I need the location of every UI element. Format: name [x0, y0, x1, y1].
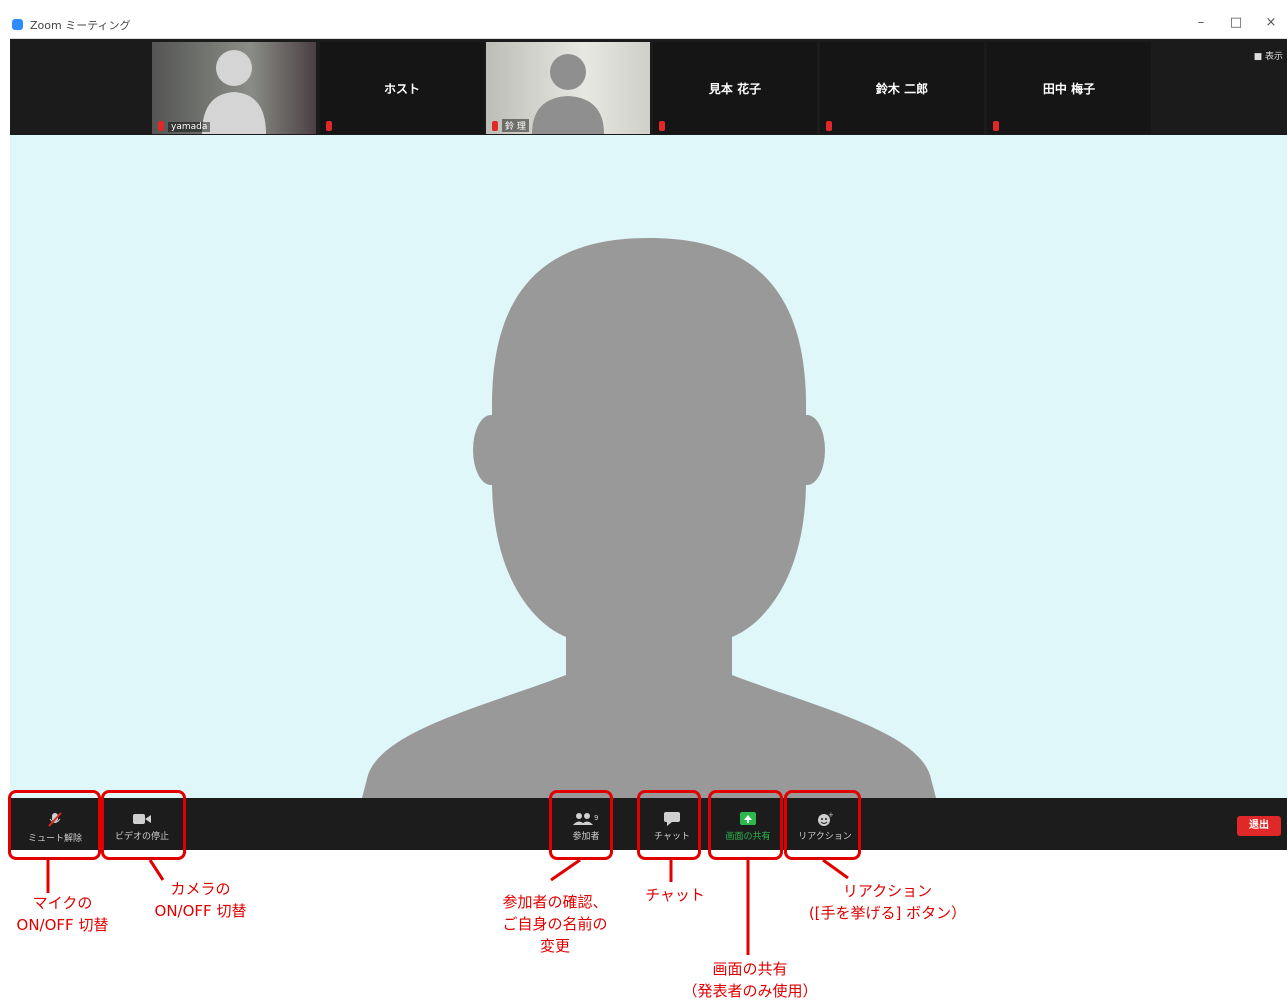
share-annotation: 画面の共有 （発表者のみ使用） — [682, 960, 818, 1000]
chat-annotation: チャット — [645, 886, 705, 904]
camera-annotation: カメラの ON/OFF 切替 — [154, 880, 247, 920]
annotation-leader-lines — [46, 858, 849, 955]
reactions-annotation: リアクション ([手を挙げる] ボタン） — [808, 882, 967, 922]
mic-annotation: マイクの ON/OFF 切替 — [16, 894, 109, 934]
participants-annotation: 参加者の確認、 ご自身の名前の 変更 — [502, 893, 608, 955]
